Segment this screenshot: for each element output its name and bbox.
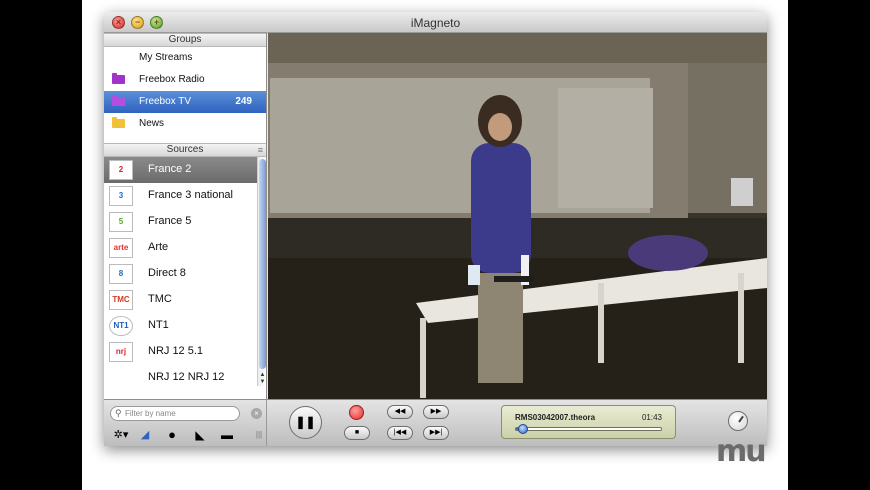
source-label: France 3 national [148, 189, 233, 201]
folder-yellow-icon [112, 117, 125, 128]
source-label: TMC [148, 293, 172, 305]
window-title: iMagneto [410, 16, 461, 30]
filter-input[interactable]: ⚲ Filter by name [110, 406, 240, 421]
scrollbar-thumb[interactable] [259, 159, 266, 369]
clear-filter-icon[interactable]: × [251, 408, 262, 419]
previous-button[interactable]: |◀◀ [387, 426, 413, 440]
filter-placeholder: Filter by name [125, 409, 176, 418]
group-my-streams[interactable]: My Streams [104, 47, 266, 69]
sidebar: Groups My Streams Freebox Radio Freebox … [104, 33, 267, 399]
pause-button[interactable]: ❚❚ [289, 406, 322, 439]
channel-logo-icon: 8 [109, 264, 133, 284]
resize-handle-icon[interactable]: ||| [254, 427, 264, 443]
gear-menu-icon[interactable]: ✲▾ [110, 427, 132, 443]
watermark-logo: mu [716, 434, 767, 469]
group-label: Freebox Radio [139, 74, 205, 85]
progress-knob[interactable] [518, 424, 529, 434]
rewind-button[interactable]: ◀◀ [387, 405, 413, 419]
source-direct-8[interactable]: 8 Direct 8 [104, 261, 266, 287]
sources-header-label: Sources [166, 144, 204, 155]
rss-feed-icon[interactable]: ◢ [137, 427, 153, 443]
source-label: France 2 [148, 163, 192, 175]
source-label: France 5 [148, 215, 192, 227]
channel-logo-icon: 3 [109, 186, 133, 206]
volume-knob[interactable] [728, 411, 748, 431]
progress-track[interactable] [515, 427, 662, 431]
column-grip-icon[interactable]: ≡ [258, 144, 263, 156]
source-label: NRJ 12 NRJ 12 [148, 371, 225, 383]
source-scrollbar[interactable]: ▲ ▼ [257, 157, 266, 386]
now-playing-display: RMS03042007.theora 01:43 [501, 405, 676, 439]
group-label: My Streams [139, 52, 193, 63]
folder-purple-icon [112, 95, 125, 106]
source-label: NT1 [148, 319, 169, 331]
scroll-arrows-icon[interactable]: ▲ ▼ [258, 372, 266, 386]
next-button[interactable]: ▶▶| [423, 426, 449, 440]
group-freebox-tv[interactable]: Freebox TV 249 [104, 91, 266, 113]
channel-logo-icon: 2 [109, 160, 133, 180]
source-france-2[interactable]: 2 France 2 [104, 157, 266, 183]
sidebar-toolbar: ⚲ Filter by name × ✲▾ ◢ ● ◣ ▬ ||| [104, 400, 267, 446]
channel-logo-icon: nrj [109, 342, 133, 362]
channel-logo-icon: TMC [109, 290, 133, 310]
groups-header: Groups [104, 33, 266, 47]
folder-purple-icon [112, 73, 125, 84]
video-area[interactable] [268, 33, 767, 399]
group-count-badge: 249 [235, 96, 252, 107]
source-nt1[interactable]: NT1 NT1 [104, 313, 266, 339]
source-list: 2 France 2 3 France 3 national 5 France … [104, 157, 266, 386]
record-button[interactable] [349, 405, 364, 420]
source-label: Direct 8 [148, 267, 186, 279]
app-window: × − + iMagneto Groups My Streams Freebox… [104, 12, 767, 446]
clapperboard-icon[interactable]: ◣ [191, 427, 209, 443]
monitor-icon[interactable]: ▬ [218, 427, 236, 443]
title-bar: × − + iMagneto [104, 12, 767, 33]
source-nrj-12[interactable]: NRJ 12 NRJ 12 [104, 365, 266, 386]
elapsed-time: 01:43 [641, 413, 662, 422]
control-bar: ⚲ Filter by name × ✲▾ ◢ ● ◣ ▬ ||| ❚❚ ■ ◀… [104, 399, 767, 446]
source-arte[interactable]: arte Arte [104, 235, 266, 261]
source-label: NRJ 12 5.1 [148, 345, 204, 357]
right-black-border [788, 0, 870, 490]
group-freebox-radio[interactable]: Freebox Radio [104, 69, 266, 91]
source-label: Arte [148, 241, 169, 253]
person-icon[interactable]: ● [164, 427, 180, 443]
fast-forward-button[interactable]: ▶▶ [423, 405, 449, 419]
now-playing-filename: RMS03042007.theora [515, 413, 596, 422]
group-label: Freebox TV [139, 96, 192, 107]
stop-button[interactable]: ■ [344, 426, 370, 440]
source-france-5[interactable]: 5 France 5 [104, 209, 266, 235]
channel-logo-icon: arte [109, 238, 133, 258]
sources-header: Sources ≡ [104, 143, 266, 157]
channel-logo-icon: 5 [109, 212, 133, 232]
group-news[interactable]: News [104, 113, 266, 135]
search-icon: ⚲ [115, 408, 122, 418]
source-nrj-12-5-1[interactable]: nrj NRJ 12 5.1 [104, 339, 266, 365]
source-france-3[interactable]: 3 France 3 national [104, 183, 266, 209]
channel-logo-icon: NT1 [109, 316, 133, 336]
video-frame [268, 33, 767, 399]
group-label: News [139, 118, 165, 129]
source-tmc[interactable]: TMC TMC [104, 287, 266, 313]
left-black-border [0, 0, 82, 490]
